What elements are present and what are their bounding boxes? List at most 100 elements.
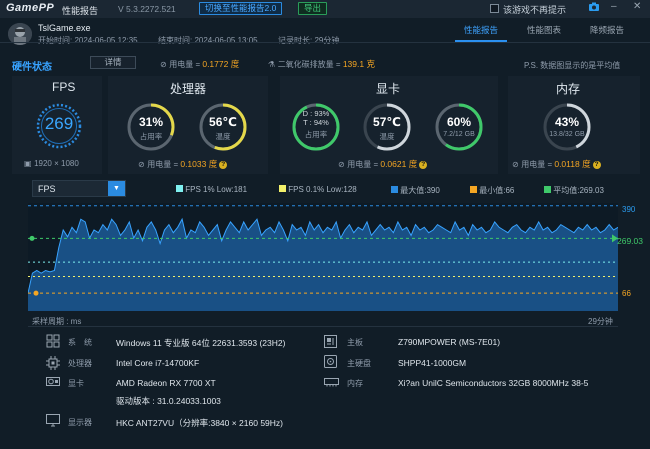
gpu-driver-version: 驱动版本 : 31.0.24033.1003 [116,396,221,406]
legend-average: 平均值:269.03 [544,185,604,196]
gpu-title: 显卡 [376,82,401,96]
monitor-info-value: HKC ANT27VU（分辨率:3840 × 2160 59Hz) [116,418,284,428]
gpu-info-value: AMD Radeon RX 7700 XT [116,378,216,388]
legend-swatch [391,186,398,193]
motherboard-icon [324,335,337,350]
camera-icon[interactable] [588,2,600,15]
gpu-info-label: 显卡 [68,379,84,388]
legend-label: FPS 0.1% Low:128 [288,185,357,194]
gpu-temp-value: 57℃ [373,115,401,129]
avg-value-label: 269.03 [617,236,643,246]
gpu-usage-label: 占用率 [304,130,328,139]
legend-label: FPS 1% Low:181 [185,185,248,194]
monitor-icon [46,414,60,429]
legend-swatch [176,185,183,192]
tab-performance-report[interactable]: 性能报告 [464,24,498,36]
monitor-icon: ▣ [24,159,32,168]
cpu-power-value: 0.1033 度 [180,159,218,169]
legend-max: 最大值:390 [391,185,440,196]
gpu-temp-label: 温度 [379,132,395,141]
legend-label: 平均值:269.03 [553,186,604,195]
cpu-temp-value: 56℃ [209,115,237,129]
cpu-power-label: 用电量 = [147,160,181,169]
cpu-icon [46,356,60,372]
start-time: 开始时间: 2024-06-05 12:35 [38,36,138,45]
legend-swatch [279,185,286,192]
legend-fps-01pct-low: FPS 0.1% Low:128 [279,185,357,194]
memory-power-value: 0.0118 度 [554,159,591,169]
no-prompt-label: 该游戏不再提示 [503,5,567,15]
average-note: P.S. 数据图显示的是平均值 [524,61,621,70]
chevron-down-icon[interactable]: ▼ [108,181,125,196]
minimize-icon[interactable]: – [611,1,617,12]
resolution: ▣ 1920 × 1080 [24,158,79,168]
power-icon: ⊘ [160,60,167,69]
cpu-usage-value: 31% [138,115,164,129]
memory-usage-value: 43% [554,115,580,129]
cpu-power: ⊘ 用电量 = 0.1033 度? [138,158,228,170]
board-label: 主板 [347,338,363,347]
co2-label: 二氧化碳排放量 = [277,60,343,69]
gpu-power-label: 用电量 = [347,160,381,169]
gpu-icon [46,376,60,390]
total-power-label: 用电量 = [169,60,203,69]
power-icon: ⊘ [338,160,345,169]
co2-icon: ⚗ [268,60,276,69]
mem-info-label: 内存 [347,379,363,388]
detail-button[interactable]: 详情 [90,56,136,69]
help-icon[interactable]: ? [419,160,428,169]
total-power: ⊘ 用电量 = 0.1772 度 [160,58,239,70]
co2-emission: ⚗ 二氧化碳排放量 = 139.1 克 [268,58,375,70]
memory-power-label: 用电量 = [521,160,555,169]
help-icon[interactable]: ? [219,160,228,169]
memory-usage-sub: 13.8/32 GB [549,131,585,138]
gpu-vram-value: 60% [446,115,472,129]
disk-value: SHPP41-1000GM [398,358,467,368]
app-logo: GamePP [6,2,55,14]
cpu-usage-label: 占用率 [139,132,163,141]
co2-value: 139.1 克 [342,59,375,69]
fps-chart[interactable] [28,203,618,311]
memory-power: ⊘ 用电量 = 0.0118 度? [512,158,601,170]
end-time: 结束时间: 2024-06-05 13:05 [158,36,258,45]
hardware-status-label: 硬件状态 [12,62,52,73]
close-icon[interactable]: ✕ [633,1,641,12]
min-value-label: 66 [622,289,631,298]
gpu-power: ⊘ 用电量 = 0.0621 度? [338,158,428,170]
info-divider [28,326,618,327]
gpu-d-usage: D : 93% [302,109,330,118]
export-button[interactable]: 导出 [298,2,328,15]
monitor-info-label: 显示器 [68,418,92,427]
gpu-vram-sub: 7.2/12 GB [443,131,475,138]
tab-throttle-report[interactable]: 降频报告 [590,24,624,36]
memory-icon [324,377,339,389]
fps-title: FPS [52,80,76,94]
gpu-power-value: 0.0621 度 [380,159,418,169]
app-version: V 5.3.2272.521 [118,4,176,14]
min-marker [33,290,39,296]
os-icon [46,334,60,350]
os-value: Windows 11 专业版 64位 22631.3593 (23H2) [116,338,286,348]
memory-title: 内存 [556,82,581,96]
legend-swatch [470,186,477,193]
power-icon: ⊘ [512,160,519,169]
metric-select-value: FPS [38,184,56,194]
power-icon: ⊘ [138,160,145,169]
help-icon[interactable]: ? [592,160,601,169]
tab-performance-chart[interactable]: 性能图表 [527,24,561,36]
legend-fps-1pct-low: FPS 1% Low:181 [176,185,247,194]
resolution-value: 1920 × 1080 [34,159,79,168]
disk-icon [324,355,337,370]
header-divider [0,42,650,43]
avg-marker-start [29,235,35,241]
os-label: 系 统 [68,338,92,347]
legend-label: 最大值:390 [400,186,440,195]
gpu-t-usage: T : 94% [303,118,329,127]
mem-info-value: Xi?an UnilC Semiconductors 32GB 8000MHz … [398,378,589,388]
game-file-name: TslGame.exe [38,23,91,33]
switch-report-button[interactable]: 切换至性能报告2.0 [199,2,283,15]
no-prompt-checkbox[interactable] [490,4,499,13]
legend-swatch [544,186,551,193]
fps-value: 269 [44,114,74,133]
cpu-info-label: 处理器 [68,359,92,368]
